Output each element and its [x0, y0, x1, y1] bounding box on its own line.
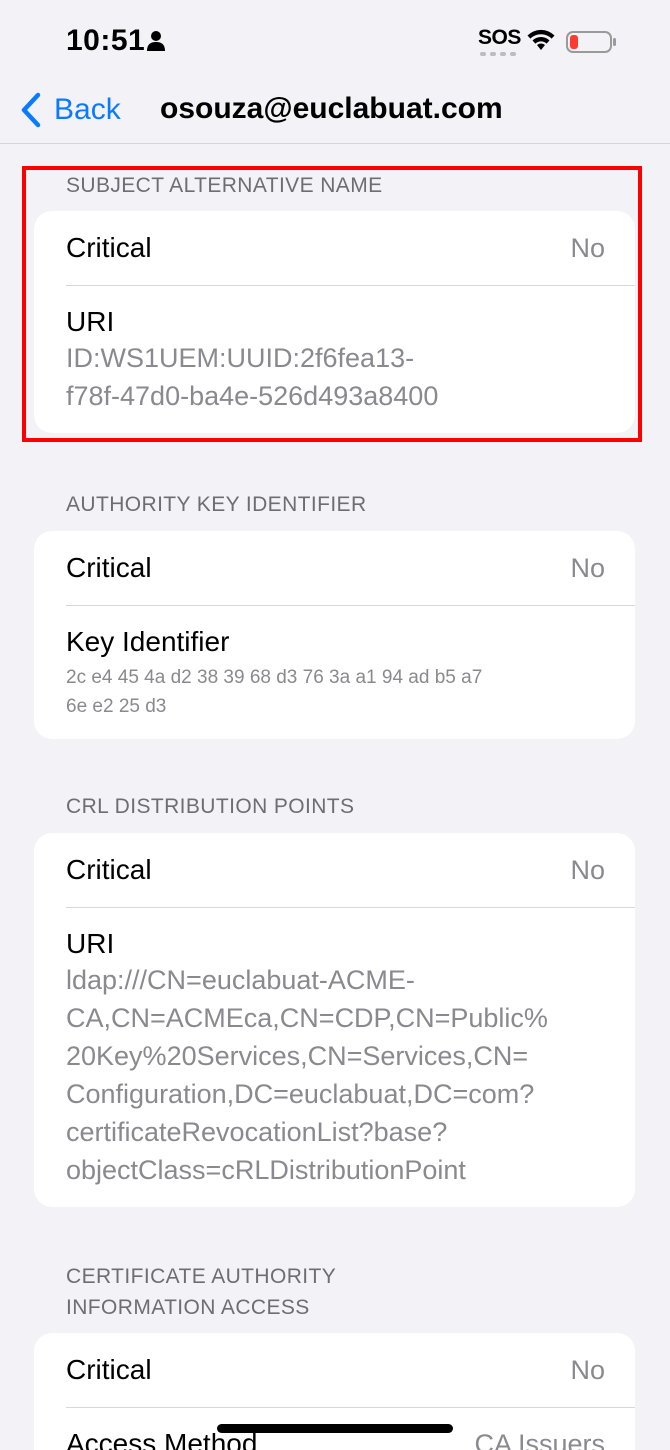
signal-dots-icon [480, 52, 516, 56]
row-label: Critical [66, 232, 152, 263]
chevron-left-icon [21, 92, 41, 128]
row-value-line: ldap:///CN=euclabuat-ACME- [66, 965, 415, 995]
row-uri: URI ldap:///CN=euclabuat-ACME- CA,CN=ACM… [34, 907, 635, 1207]
row-critical: Critical No [34, 1333, 635, 1407]
home-indicator[interactable] [217, 1424, 453, 1433]
row-label: Critical [66, 854, 152, 885]
group-subject-alternative-name: Critical No URI ID:WS1UEM:UUID:2f6fea13-… [34, 211, 635, 433]
row-critical: Critical No [34, 211, 635, 285]
row-value: No [570, 1354, 605, 1385]
wifi-icon [527, 29, 555, 50]
back-button[interactable]: Back [20, 88, 121, 132]
row-value-line: 20Key%20Services,CN=Services,CN= [66, 1041, 529, 1071]
battery-low-icon [566, 31, 616, 53]
page-title: osouza@euclabuat.com [160, 92, 503, 125]
section-header-certificate-authority-information-access: CERTIFICATE AUTHORITY INFORMATION ACCESS [66, 1261, 336, 1323]
status-bar: 10:51 SOS [0, 0, 670, 80]
screen: 10:51 SOS Back osouza@euclabuat.com SUBJ… [0, 0, 670, 1450]
row-label: Key Identifier [66, 626, 230, 657]
row-value-line: 2c e4 45 4a d2 38 39 68 d3 76 3a a1 94 a… [66, 667, 483, 688]
row-label: URI [66, 306, 115, 337]
row-value-line: Configuration,DC=euclabuat,DC=com? [66, 1079, 535, 1109]
sos-indicator: SOS [478, 26, 521, 49]
row-value-line: f78f-47d0-ba4e-526d493a8400 [66, 381, 439, 411]
person-icon [147, 31, 165, 51]
row-value: No [570, 232, 605, 263]
row-value-line: objectClass=cRLDistributionPoint [66, 1155, 466, 1185]
row-value: No [570, 552, 605, 583]
row-key-identifier: Key Identifier 2c e4 45 4a d2 38 39 68 d… [34, 605, 635, 739]
row-label: Critical [66, 552, 152, 583]
section-header-line: CERTIFICATE AUTHORITY [66, 1265, 337, 1288]
row-uri: URI ID:WS1UEM:UUID:2f6fea13- f78f-47d0-b… [34, 285, 635, 433]
row-value: No [570, 854, 605, 885]
row-label: Critical [66, 1354, 152, 1385]
navigation-bar: Back osouza@euclabuat.com [0, 80, 670, 144]
status-time: 10:51 [66, 24, 146, 57]
row-value-line: CA,CN=ACMEca,CN=CDP,CN=Public% [66, 1003, 548, 1033]
back-label: Back [54, 93, 121, 126]
row-label: URI [66, 928, 115, 959]
section-header-authority-key-identifier: AUTHORITY KEY IDENTIFIER [66, 493, 367, 516]
section-header-subject-alternative-name: SUBJECT ALTERNATIVE NAME [66, 174, 383, 197]
row-value: CA Issuers [474, 1428, 605, 1450]
section-header-crl-distribution-points: CRL DISTRIBUTION POINTS [66, 795, 355, 818]
group-authority-key-identifier: Critical No Key Identifier 2c e4 45 4a d… [34, 531, 635, 739]
row-value-line: certificateRevocationList?base? [66, 1117, 448, 1147]
row-critical: Critical No [34, 531, 635, 605]
section-header-line: INFORMATION ACCESS [66, 1296, 310, 1319]
row-value-line: ID:WS1UEM:UUID:2f6fea13- [66, 343, 415, 373]
row-critical: Critical No [34, 833, 635, 907]
group-crl-distribution-points: Critical No URI ldap:///CN=euclabuat-ACM… [34, 833, 635, 1207]
row-value-line: 6e e2 25 d3 [66, 696, 167, 717]
